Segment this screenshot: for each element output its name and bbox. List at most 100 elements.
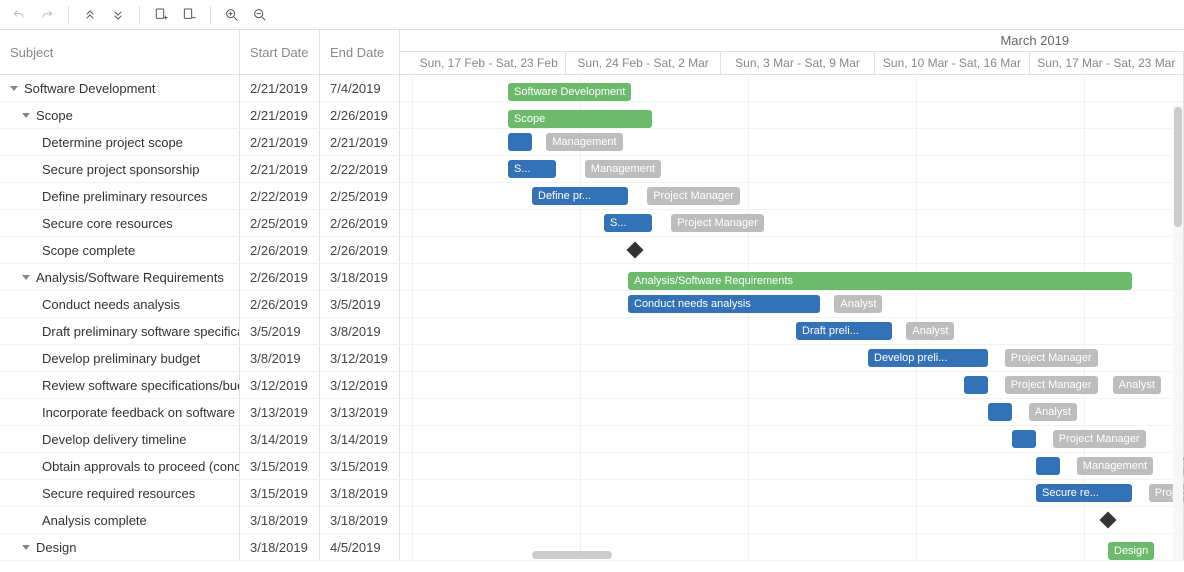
resource-chip: Analyst (1029, 403, 1077, 421)
task-end-date: 3/12/2019 (320, 345, 400, 371)
task-row[interactable]: Define preliminary resources2/22/20192/2… (0, 183, 1184, 210)
task-row[interactable]: Secure core resources2/25/20192/26/2019S… (0, 210, 1184, 237)
task-bar[interactable]: Develop preli... (868, 349, 988, 367)
task-bar[interactable]: Secure re... (1036, 484, 1132, 502)
task-end-date: 3/15/2019 (320, 453, 400, 479)
gantt-cell: Define pr... Project Manager (400, 183, 1184, 209)
task-row[interactable]: Scope2/21/20192/26/2019Scope (0, 102, 1184, 129)
task-end-date: 3/12/2019 (320, 372, 400, 398)
task-end-date: 3/5/2019 (320, 291, 400, 317)
task-row[interactable]: Analysis/Software Requirements 2/26/20193… (0, 264, 1184, 291)
add-task-button[interactable] (148, 2, 174, 28)
task-bar[interactable] (1036, 457, 1060, 475)
task-bar[interactable] (988, 403, 1012, 421)
task-row[interactable]: Conduct needs analysis2/26/20193/5/2019C… (0, 291, 1184, 318)
gantt-cell (400, 237, 1184, 263)
task-row[interactable]: Scope complete2/26/20192/26/2019 (0, 237, 1184, 264)
task-subject: Scope complete (42, 243, 135, 258)
task-subject: Determine project scope (42, 135, 183, 150)
task-end-date: 7/4/2019 (320, 75, 400, 101)
task-start-date: 3/5/2019 (240, 318, 320, 344)
task-bar[interactable] (1012, 430, 1036, 448)
task-end-date: 2/26/2019 (320, 210, 400, 236)
collapse-all-button[interactable] (105, 2, 131, 28)
redo-button[interactable] (34, 2, 60, 28)
resource-chip: Analyst (906, 322, 954, 340)
task-row[interactable]: Obtain approvals to proceed (concep...3/… (0, 453, 1184, 480)
resource-chip: Project Manager (1053, 430, 1146, 448)
task-start-date: 2/21/2019 (240, 102, 320, 128)
task-bar[interactable] (508, 133, 532, 151)
task-row[interactable]: Review software specifications/budge...3… (0, 372, 1184, 399)
task-subject: Software Development (24, 81, 156, 96)
column-header-end[interactable]: End Date (320, 30, 400, 74)
task-start-date: 2/26/2019 (240, 237, 320, 263)
horizontal-scrollbar[interactable] (402, 550, 1172, 560)
task-end-date: 4/5/2019 (320, 534, 400, 560)
milestone-diamond[interactable] (1101, 513, 1115, 527)
gantt-cell: Scope (400, 102, 1184, 128)
task-end-date: 3/13/2019 (320, 399, 400, 425)
summary-bar[interactable]: Analysis/Software Requirements (628, 272, 1132, 290)
expand-caret-icon[interactable] (22, 275, 30, 280)
gantt-cell: Software Development (400, 75, 1184, 101)
gantt-cell: ManagementProject Manager (400, 453, 1184, 479)
task-subject: Develop preliminary budget (42, 351, 200, 366)
delete-task-button[interactable] (176, 2, 202, 28)
summary-bar[interactable]: Software Development (508, 83, 631, 101)
task-bar[interactable]: Conduct needs analysis (628, 295, 820, 313)
resource-chip: Management (546, 133, 622, 151)
expand-caret-icon[interactable] (22, 545, 30, 550)
gantt-cell: Management (400, 129, 1184, 155)
gantt-cell: Draft preli... Analyst (400, 318, 1184, 344)
task-end-date: 3/18/2019 (320, 480, 400, 506)
undo-button[interactable] (6, 2, 32, 28)
task-start-date: 3/8/2019 (240, 345, 320, 371)
gantt-cell: Secure re...Project Manager (400, 480, 1184, 506)
gantt-cell: Analysis/Software Requirements (400, 264, 1184, 290)
zoom-out-button[interactable] (247, 2, 273, 28)
task-end-date: 3/18/2019 (320, 264, 400, 290)
task-start-date: 2/26/2019 (240, 264, 320, 290)
task-bar[interactable] (964, 376, 988, 394)
task-row[interactable]: Analysis complete3/18/20193/18/2019 (0, 507, 1184, 534)
column-header-subject[interactable]: Subject (0, 30, 240, 74)
vertical-scrollbar[interactable] (1173, 105, 1183, 560)
zoom-in-button[interactable] (219, 2, 245, 28)
task-bar[interactable]: Define pr... (532, 187, 628, 205)
resource-chip: Analyst (1113, 376, 1161, 394)
task-bar[interactable]: S... (508, 160, 556, 178)
task-row[interactable]: Secure required resources3/15/20193/18/2… (0, 480, 1184, 507)
expand-caret-icon[interactable] (10, 86, 18, 91)
resource-chip: Project Manager (647, 187, 740, 205)
task-row[interactable]: Draft preliminary software specificati..… (0, 318, 1184, 345)
gantt-cell (400, 507, 1184, 533)
task-start-date: 2/22/2019 (240, 183, 320, 209)
column-header-start[interactable]: Start Date (240, 30, 320, 74)
summary-bar[interactable]: Scope (508, 110, 652, 128)
expand-all-button[interactable] (77, 2, 103, 28)
task-start-date: 2/21/2019 (240, 129, 320, 155)
gantt-body: Software Development2/21/20197/4/2019Sof… (0, 75, 1184, 561)
task-row[interactable]: Determine project scope2/21/20192/21/201… (0, 129, 1184, 156)
resource-chip: Project Manager (1005, 349, 1098, 367)
timeline-month: March 2019 (699, 30, 1184, 52)
task-end-date: 2/26/2019 (320, 102, 400, 128)
task-start-date: 2/26/2019 (240, 291, 320, 317)
milestone-diamond[interactable] (628, 243, 642, 257)
task-row[interactable]: Secure project sponsorship2/21/20192/22/… (0, 156, 1184, 183)
task-row[interactable]: Develop delivery timeline3/14/20193/14/2… (0, 426, 1184, 453)
task-bar[interactable]: S... (604, 214, 652, 232)
task-subject: Develop delivery timeline (42, 432, 187, 447)
task-row[interactable]: Develop preliminary budget 3/8/20193/12/2… (0, 345, 1184, 372)
vertical-scroll-thumb[interactable] (1174, 107, 1182, 227)
task-row[interactable]: Incorporate feedback on software sp...3/… (0, 399, 1184, 426)
task-start-date: 3/13/2019 (240, 399, 320, 425)
task-row[interactable]: Software Development2/21/20197/4/2019Sof… (0, 75, 1184, 102)
gantt-cell: Develop preli... Project Manager (400, 345, 1184, 371)
horizontal-scroll-thumb[interactable] (532, 551, 612, 559)
task-start-date: 3/14/2019 (240, 426, 320, 452)
timeline-header: March 2019 Sun, 17 Feb - Sat, 23 FebSun,… (400, 30, 1184, 74)
expand-caret-icon[interactable] (22, 113, 30, 118)
task-bar[interactable]: Draft preli... (796, 322, 892, 340)
